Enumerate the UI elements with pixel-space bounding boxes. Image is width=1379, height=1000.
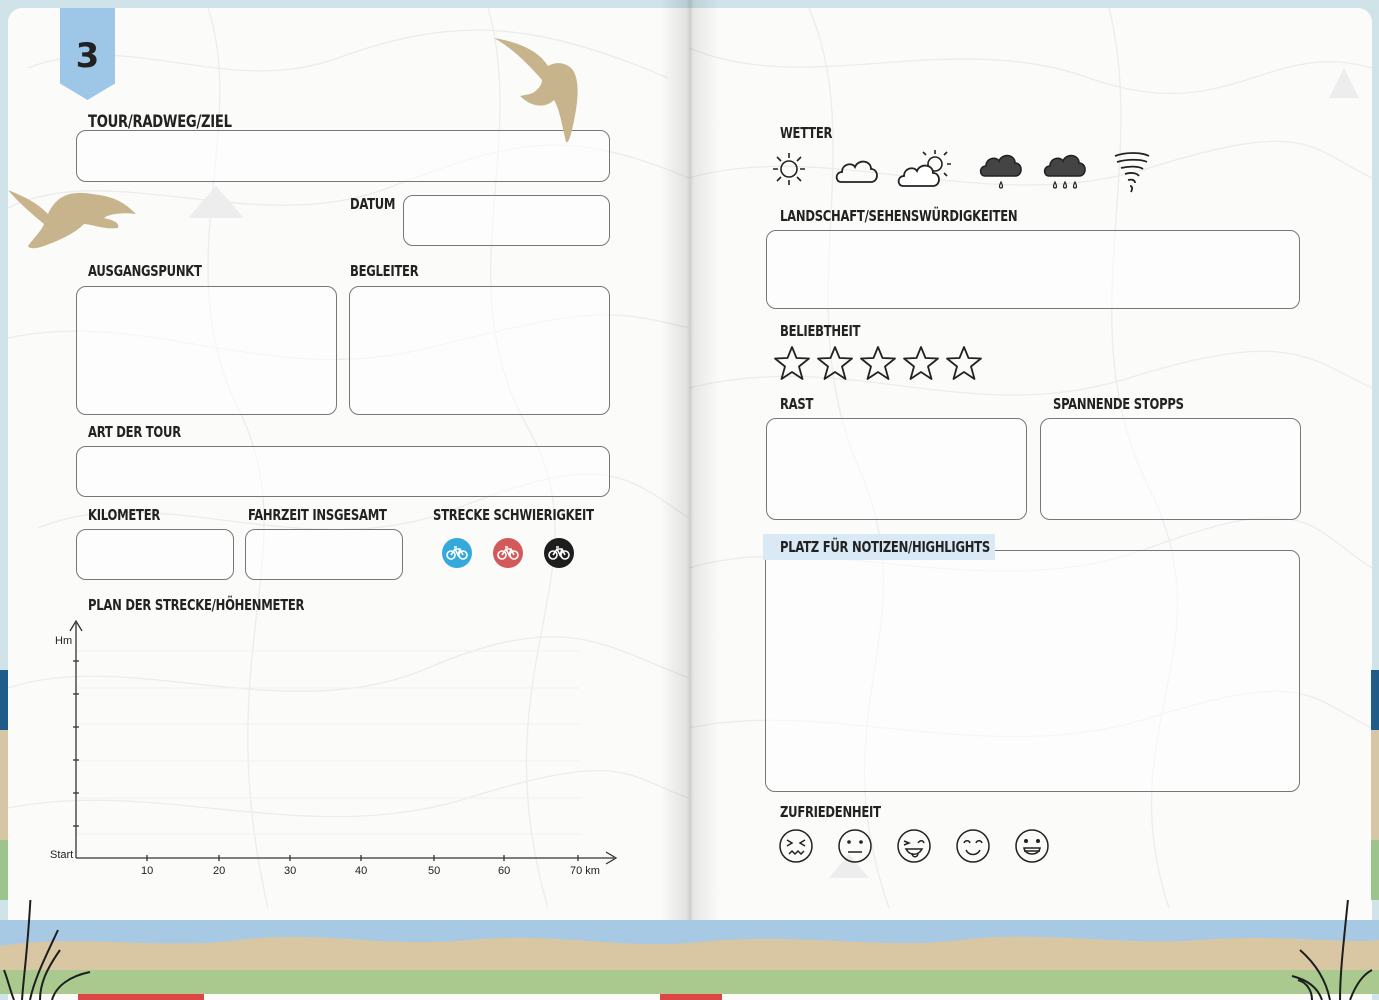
open-book: 3 TOUR/RADWEG/ZIEL DATUM AUSGANGSPUNKT B…	[0, 0, 1379, 1000]
star-icon[interactable]	[773, 345, 811, 381]
x-tick-label: 10	[141, 865, 154, 877]
page-number-left: 14	[36, 953, 51, 968]
seagull-illustration	[8, 190, 136, 249]
partly-cloudy-icon[interactable]	[897, 148, 953, 188]
rain-cloud-icon[interactable]	[977, 148, 1025, 194]
angry-face-icon[interactable]	[778, 828, 814, 864]
notizen-label: PLATZ FÜR NOTIZEN/HIGHLIGHTS	[780, 538, 990, 556]
heavy-rain-cloud-icon[interactable]	[1041, 148, 1089, 194]
star-icon[interactable]	[859, 345, 897, 381]
stopps-label: SPANNENDE STOPPS	[1053, 395, 1184, 413]
notizen-field[interactable]	[765, 550, 1300, 792]
landschaft-label: LANDSCHAFT/SEHENSWÜRDIGKEITEN	[780, 207, 1018, 225]
neutral-face-icon[interactable]	[837, 828, 873, 864]
right-edge-stripe	[1371, 840, 1379, 900]
left-page: 3 TOUR/RADWEG/ZIEL DATUM AUSGANGSPUNKT B…	[8, 8, 689, 1000]
beliebtheit-label: BELIEBTHEIT	[780, 322, 861, 340]
tornado-icon[interactable]	[1113, 150, 1151, 194]
smiling-face-icon[interactable]	[955, 828, 991, 864]
grinning-face-icon[interactable]	[1014, 828, 1050, 864]
right-edge-stripe	[1371, 670, 1379, 730]
star-icon[interactable]	[945, 345, 983, 381]
star-icon[interactable]	[902, 345, 940, 381]
wetter-label: WETTER	[780, 124, 833, 142]
x-tick-label: 70 km	[570, 865, 600, 877]
left-edge-stripe	[0, 840, 8, 900]
sun-icon[interactable]	[771, 151, 807, 187]
right-page: WETTER LANDSCHAFT/SEHENSWÜRDIGKEITEN BEL…	[689, 8, 1372, 1000]
x-tick-label: 60	[498, 865, 511, 877]
rast-field[interactable]	[766, 418, 1027, 520]
x-tick-label: 30	[284, 865, 297, 877]
page-number-right: 15	[1325, 953, 1340, 968]
stopps-field[interactable]	[1040, 418, 1301, 520]
right-edge-stripe	[1371, 730, 1379, 840]
x-tick-label: 40	[355, 865, 368, 877]
seagull-illustration	[494, 38, 578, 143]
rast-label: RAST	[780, 395, 814, 413]
y-axis-label-start: Start	[50, 849, 74, 861]
x-tick-label: 50	[428, 865, 441, 877]
star-icon[interactable]	[816, 345, 854, 381]
left-edge-stripe	[0, 670, 8, 730]
y-axis-label-top: Hm	[55, 635, 73, 647]
landschaft-field[interactable]	[766, 230, 1300, 309]
silly-face-icon[interactable]	[896, 828, 932, 864]
left-edge-stripe	[0, 730, 8, 840]
cloud-icon[interactable]	[833, 154, 881, 186]
zufriedenheit-label: ZUFRIEDENHEIT	[780, 803, 881, 821]
x-tick-label: 20	[213, 865, 226, 877]
